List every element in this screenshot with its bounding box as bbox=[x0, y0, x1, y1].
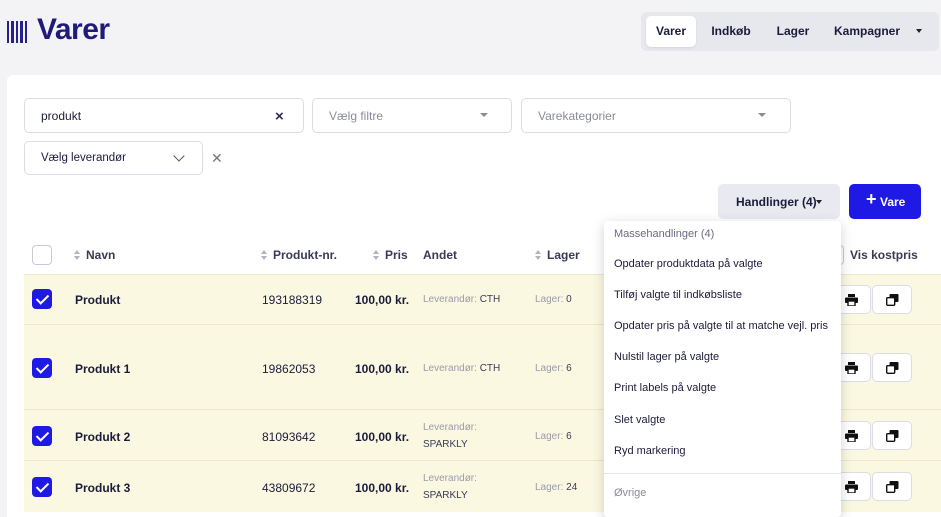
print-icon bbox=[845, 362, 858, 374]
menu-item-update-product-data[interactable]: Opdater produktdata på valgte bbox=[614, 258, 763, 270]
menu-item-delete-selected[interactable]: Slet valgte bbox=[614, 414, 665, 426]
menu-item-add-to-purchase-list[interactable]: Tilføj valgte til indkøbsliste bbox=[614, 289, 742, 301]
page-title: Varer bbox=[37, 13, 110, 46]
filter-select[interactable]: Vælg filtre bbox=[312, 98, 512, 133]
product-stock: Lager: 0 bbox=[535, 294, 572, 305]
duplicate-button[interactable] bbox=[872, 421, 912, 450]
add-product-button[interactable]: + Vare bbox=[849, 184, 921, 219]
product-name: Produkt bbox=[75, 293, 121, 307]
duplicate-icon bbox=[886, 430, 899, 442]
product-name: Produkt 3 bbox=[75, 481, 131, 495]
column-header-name[interactable]: Navn bbox=[74, 248, 115, 262]
duplicate-icon bbox=[886, 362, 899, 374]
filter-select-placeholder: Vælg filtre bbox=[329, 109, 384, 123]
duplicate-button[interactable] bbox=[872, 353, 912, 382]
product-stock: Lager: 6 bbox=[535, 431, 572, 442]
category-select-placeholder: Varekategorier bbox=[538, 109, 616, 123]
chevron-down-icon bbox=[173, 150, 185, 162]
product-supplier: Leverandør: CTH bbox=[423, 363, 501, 374]
duplicate-button[interactable] bbox=[872, 472, 912, 501]
product-number: 81093642 bbox=[262, 430, 316, 444]
row-checkbox[interactable] bbox=[32, 426, 52, 446]
print-icon bbox=[845, 294, 858, 306]
sort-icon bbox=[373, 250, 380, 260]
product-price: 100,00 kr. bbox=[355, 481, 410, 495]
product-number: 19862053 bbox=[262, 362, 316, 376]
nav-tab-indkob[interactable]: Indkøb bbox=[703, 16, 759, 47]
duplicate-button[interactable] bbox=[872, 285, 912, 314]
row-checkbox[interactable] bbox=[32, 477, 52, 497]
nav-more-chevron-icon[interactable] bbox=[916, 29, 922, 33]
nav-tab-varer[interactable]: Varer bbox=[646, 16, 696, 47]
menu-divider bbox=[604, 473, 841, 474]
sort-icon bbox=[261, 250, 268, 260]
column-header-other: Andet bbox=[423, 248, 457, 262]
menu-item-clear-selection[interactable]: Ryd markering bbox=[614, 445, 686, 457]
column-header-product-number[interactable]: Produkt-nr. bbox=[261, 248, 337, 262]
search-input-value: produkt bbox=[41, 109, 82, 123]
product-price: 100,00 kr. bbox=[355, 293, 410, 307]
header: Varer Varer Indkøb Lager Kampagner bbox=[0, 0, 941, 64]
product-name: Produkt 2 bbox=[75, 430, 131, 444]
top-navigation: Varer Indkøb Lager Kampagner bbox=[641, 12, 939, 51]
caret-down-icon bbox=[816, 200, 822, 204]
row-checkbox[interactable] bbox=[32, 358, 52, 378]
row-checkbox[interactable] bbox=[32, 289, 52, 309]
product-supplier: Leverandør: CTH bbox=[423, 294, 501, 305]
product-price: 100,00 kr. bbox=[355, 430, 410, 444]
menu-section-other: Øvrige bbox=[614, 487, 647, 499]
search-input[interactable]: produkt × bbox=[24, 98, 304, 133]
product-supplier: Leverandør: SPARKLY bbox=[423, 422, 477, 450]
nav-tab-lager[interactable]: Lager bbox=[766, 16, 820, 47]
barcode-logo-icon bbox=[7, 21, 33, 43]
nav-tab-kampagner[interactable]: Kampagner bbox=[827, 16, 907, 47]
sort-icon bbox=[74, 250, 81, 260]
sort-icon bbox=[535, 250, 542, 260]
add-product-button-label: Vare bbox=[880, 195, 906, 209]
plus-icon: + bbox=[866, 189, 877, 209]
product-supplier: Leverandør: SPARKLY bbox=[423, 473, 477, 501]
show-cost-price-label: Vis kostpris bbox=[850, 248, 918, 262]
chevron-down-icon bbox=[480, 113, 488, 117]
actions-button[interactable]: Handlinger (4) bbox=[718, 184, 840, 219]
bulk-actions-menu: Massehandlinger (4) Opdater produktdata … bbox=[604, 221, 841, 517]
supplier-select[interactable]: Vælg leverandør bbox=[24, 141, 203, 175]
clear-filters-icon[interactable]: ✕ bbox=[211, 151, 223, 165]
print-icon bbox=[845, 481, 858, 493]
actions-button-label: Handlinger (4) bbox=[736, 195, 817, 209]
category-select[interactable]: Varekategorier bbox=[521, 98, 791, 133]
product-stock: Lager: 6 bbox=[535, 363, 572, 374]
menu-item-update-price[interactable]: Opdater pris på valgte til at matche vej… bbox=[614, 320, 828, 332]
clear-search-icon[interactable]: × bbox=[275, 109, 284, 124]
chevron-down-icon bbox=[758, 113, 766, 117]
column-header-stock[interactable]: Lager bbox=[535, 248, 580, 262]
menu-item-print-labels[interactable]: Print labels på valgte bbox=[614, 382, 716, 394]
select-all-checkbox[interactable] bbox=[32, 245, 52, 265]
menu-item-reset-stock[interactable]: Nulstil lager på valgte bbox=[614, 351, 719, 363]
product-name: Produkt 1 bbox=[75, 362, 131, 376]
product-number: 193188319 bbox=[262, 293, 323, 307]
print-icon bbox=[845, 430, 858, 442]
column-header-price[interactable]: Pris bbox=[373, 248, 408, 262]
product-stock: Lager: 24 bbox=[535, 482, 578, 493]
product-price: 100,00 kr. bbox=[355, 362, 410, 376]
menu-title: Massehandlinger (4) bbox=[614, 228, 715, 240]
product-number: 43809672 bbox=[262, 481, 316, 495]
supplier-select-placeholder: Vælg leverandør bbox=[41, 152, 127, 164]
duplicate-icon bbox=[886, 294, 899, 306]
duplicate-icon bbox=[886, 481, 899, 493]
